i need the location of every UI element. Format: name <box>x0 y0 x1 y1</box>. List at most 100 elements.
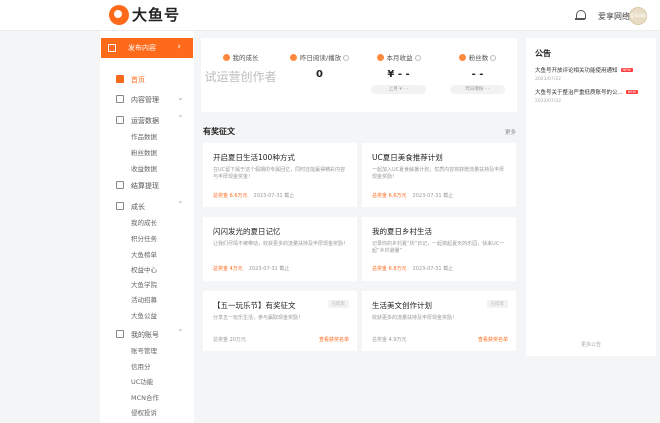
help-icon[interactable] <box>490 55 497 61</box>
stat-value: 0 <box>316 69 323 80</box>
sidebar-sub-item[interactable]: 作品数据 <box>131 131 157 141</box>
stat-growth[interactable]: 我的成长 试运营创作者 <box>201 38 280 112</box>
card-prize: 总奖金 4万元 <box>213 266 243 272</box>
contest-card[interactable]: 【五一玩乐节】有奖征文 已结束 分享五一玩乐生活，参与赢取现金奖励！ 总奖金 2… <box>203 291 357 351</box>
chart-icon <box>116 116 124 124</box>
sidebar-item-account[interactable]: 我的账号 ⌃ <box>100 327 194 341</box>
card-prize: 总奖金 6.6万元 <box>372 193 407 199</box>
sidebar-item-earnings[interactable]: 结算提现 <box>100 178 194 192</box>
edit-icon <box>108 44 116 52</box>
sidebar: 发布内容 › 首页 内容管理 ⌄ 运营数据 ⌃ 作品数据 粉丝数据 收益数据 结… <box>100 31 194 423</box>
status-badge: 已结束 <box>327 300 349 308</box>
status-badge: 已结束 <box>486 300 508 308</box>
sidebar-item-content[interactable]: 内容管理 ⌄ <box>100 92 194 106</box>
sidebar-sub-item[interactable]: 粉丝数据 <box>131 147 157 157</box>
document-icon <box>116 95 124 103</box>
stat-reads[interactable]: 昨日阅读/播放 0 <box>280 38 359 112</box>
growth-icon <box>116 202 124 210</box>
stat-label: 昨日阅读/播放 <box>299 54 342 62</box>
card-title: 生活美文创作计划 <box>372 301 432 310</box>
sidebar-item-growth[interactable]: 成长 ⌃ <box>100 199 194 213</box>
sidebar-sub-item[interactable]: 账号管理 <box>131 345 157 355</box>
bell-icon[interactable] <box>575 10 586 21</box>
sidebar-item-label: 结算提现 <box>131 182 159 190</box>
sidebar-sub-item[interactable]: 权益中心 <box>131 264 157 274</box>
card-title: 我的夏日乡村生活 <box>372 227 432 236</box>
section-title: 有奖征文 <box>203 127 235 136</box>
sidebar-item-ops-data[interactable]: 运营数据 ⌃ <box>100 113 194 127</box>
contest-card[interactable]: 开启夏日生活100种方式 在UC留下属于这个假期的专属回忆，同时还能赢得精彩内容… <box>203 143 357 207</box>
avatar[interactable]: 爱享网络 <box>629 7 647 25</box>
stat-value: ¥ - - <box>387 69 410 80</box>
wallet-icon <box>116 181 124 189</box>
chevron-up-icon: ⌃ <box>177 200 184 209</box>
sidebar-sub-item[interactable]: 大鱼学院 <box>131 279 157 289</box>
contest-card[interactable]: UC夏日美食推荐计划 一起加入UC夏食解暑计划，优质内容将获赠流量扶持及丰厚现金… <box>362 143 516 207</box>
card-footer: 总奖金 6.8万元 2023-07-31 截止 <box>372 265 453 272</box>
sidebar-item-label: 我的账号 <box>131 331 159 339</box>
card-footer: 总奖金 6.6万元 2023-07-31 截止 <box>372 192 453 199</box>
sidebar-sub-item[interactable]: 我的成长 <box>131 217 157 227</box>
card-footer: 总奖金 6.6万元 2023-07-31 截止 <box>213 192 294 199</box>
card-deadline: 2023-07-31 截止 <box>248 266 290 272</box>
contest-card[interactable]: 生活美文创作计划 已结束 收获更多的流量扶持及丰厚现金奖励！ 总奖金 4.9万元… <box>362 291 516 351</box>
stat-income[interactable]: 本月收益 ¥ - - 上月 ¥ - - <box>359 38 438 112</box>
sidebar-sub-item[interactable]: 活动招募 <box>131 294 157 304</box>
card-prize: 总奖金 6.6万元 <box>213 193 248 199</box>
card-title: UC夏日美食推荐计划 <box>372 153 443 162</box>
more-notices-link[interactable]: 更多公告 <box>526 341 656 348</box>
notice-item-date: 2023/07/22 <box>535 99 561 104</box>
notice-panel: 公告 大鱼号开放评论相关功能使用通知 NEW 2023/07/22 大鱼号关于整治… <box>526 38 656 356</box>
logo-icon <box>109 4 129 25</box>
new-badge: NEW <box>620 68 633 72</box>
sidebar-sub-item[interactable]: 侵权投诉 <box>131 407 157 417</box>
eye-icon <box>289 54 297 61</box>
growth-icon <box>222 54 230 61</box>
top-bar: 大鱼号 爱享网络 爱享网络 <box>0 0 660 31</box>
card-prize: 总奖金 6.8万元 <box>372 266 407 272</box>
card-prize: 总奖金 20万元 <box>213 337 246 343</box>
notice-item[interactable]: 大鱼号开放评论相关功能使用通知 NEW 2023/07/22 <box>535 66 653 82</box>
logo[interactable]: 大鱼号 <box>109 4 180 25</box>
view-winners-button[interactable]: 查看获奖名单 <box>478 336 508 343</box>
sidebar-sub-item[interactable]: 大鱼榜单 <box>131 249 157 259</box>
section-more-link[interactable]: 更多 <box>505 128 516 136</box>
sidebar-item-label: 首页 <box>131 76 145 84</box>
card-prize: 总奖金 4.9万元 <box>372 337 407 343</box>
stat-label: 本月收益 <box>386 54 413 62</box>
money-icon <box>376 54 384 61</box>
notice-item[interactable]: 大鱼号关于整治严重低质账号的公... NEW 2023/07/22 <box>535 88 653 104</box>
sidebar-sub-item[interactable]: 大鱼公益 <box>131 310 157 320</box>
card-desc: 收获更多的流量扶持及丰厚现金奖励！ <box>372 315 458 321</box>
card-title: 【五一玩乐节】有奖征文 <box>213 301 296 310</box>
chevron-up-icon: ⌃ <box>177 328 184 337</box>
contest-card[interactable]: 我的夏日乡村生活 记录你的乡村夏“伏”日记，一起搞起夏天的乐园，快来UC一起“乡… <box>362 217 516 281</box>
username[interactable]: 爱享网络 <box>598 11 630 22</box>
view-winners-button[interactable]: 查看获奖名单 <box>319 336 349 343</box>
card-deadline: 2023-07-31 截止 <box>253 193 295 199</box>
help-icon[interactable] <box>343 55 350 61</box>
contest-card[interactable]: 闪闪发光的夏日记忆 让我们尽情不被带动，收获更多的流量扶持及丰厚现金奖励！ 总奖… <box>203 217 357 281</box>
sidebar-sub-item[interactable]: UC功能 <box>131 376 153 386</box>
card-deadline: 2023-07-31 截止 <box>412 193 454 199</box>
card-desc: 一起加入UC夏食解暑计划，优质内容将获赠流量扶持及丰厚现金奖励！ <box>372 167 505 180</box>
chevron-right-icon: › <box>177 42 181 52</box>
card-desc: 让我们尽情不被带动，收获更多的流量扶持及丰厚现金奖励！ <box>213 241 349 247</box>
publish-button[interactable]: 发布内容 › <box>101 38 193 58</box>
sidebar-sub-item[interactable]: 收益数据 <box>131 163 157 173</box>
stat-label: 粉丝数 <box>468 54 489 62</box>
stat-label: 我的成长 <box>232 54 259 62</box>
sidebar-sub-item[interactable]: MCN合作 <box>131 392 159 402</box>
sidebar-item-label: 内容管理 <box>131 96 159 104</box>
home-icon <box>116 75 124 83</box>
notice-item-date: 2023/07/22 <box>535 77 561 82</box>
sidebar-item-home[interactable]: 首页 <box>100 72 194 86</box>
card-deadline: 2023-07-31 截止 <box>412 266 454 272</box>
notice-title: 公告 <box>535 49 551 58</box>
sidebar-sub-item[interactable]: 积分任务 <box>131 233 157 243</box>
stat-fans[interactable]: 粉丝数 - - 昨日增粉 - - <box>438 38 517 112</box>
sidebar-sub-item[interactable]: 信用分 <box>131 361 151 371</box>
card-footer: 总奖金 4万元 2023-07-31 截止 <box>213 265 289 272</box>
help-icon[interactable] <box>414 55 421 61</box>
user-icon <box>116 330 124 338</box>
